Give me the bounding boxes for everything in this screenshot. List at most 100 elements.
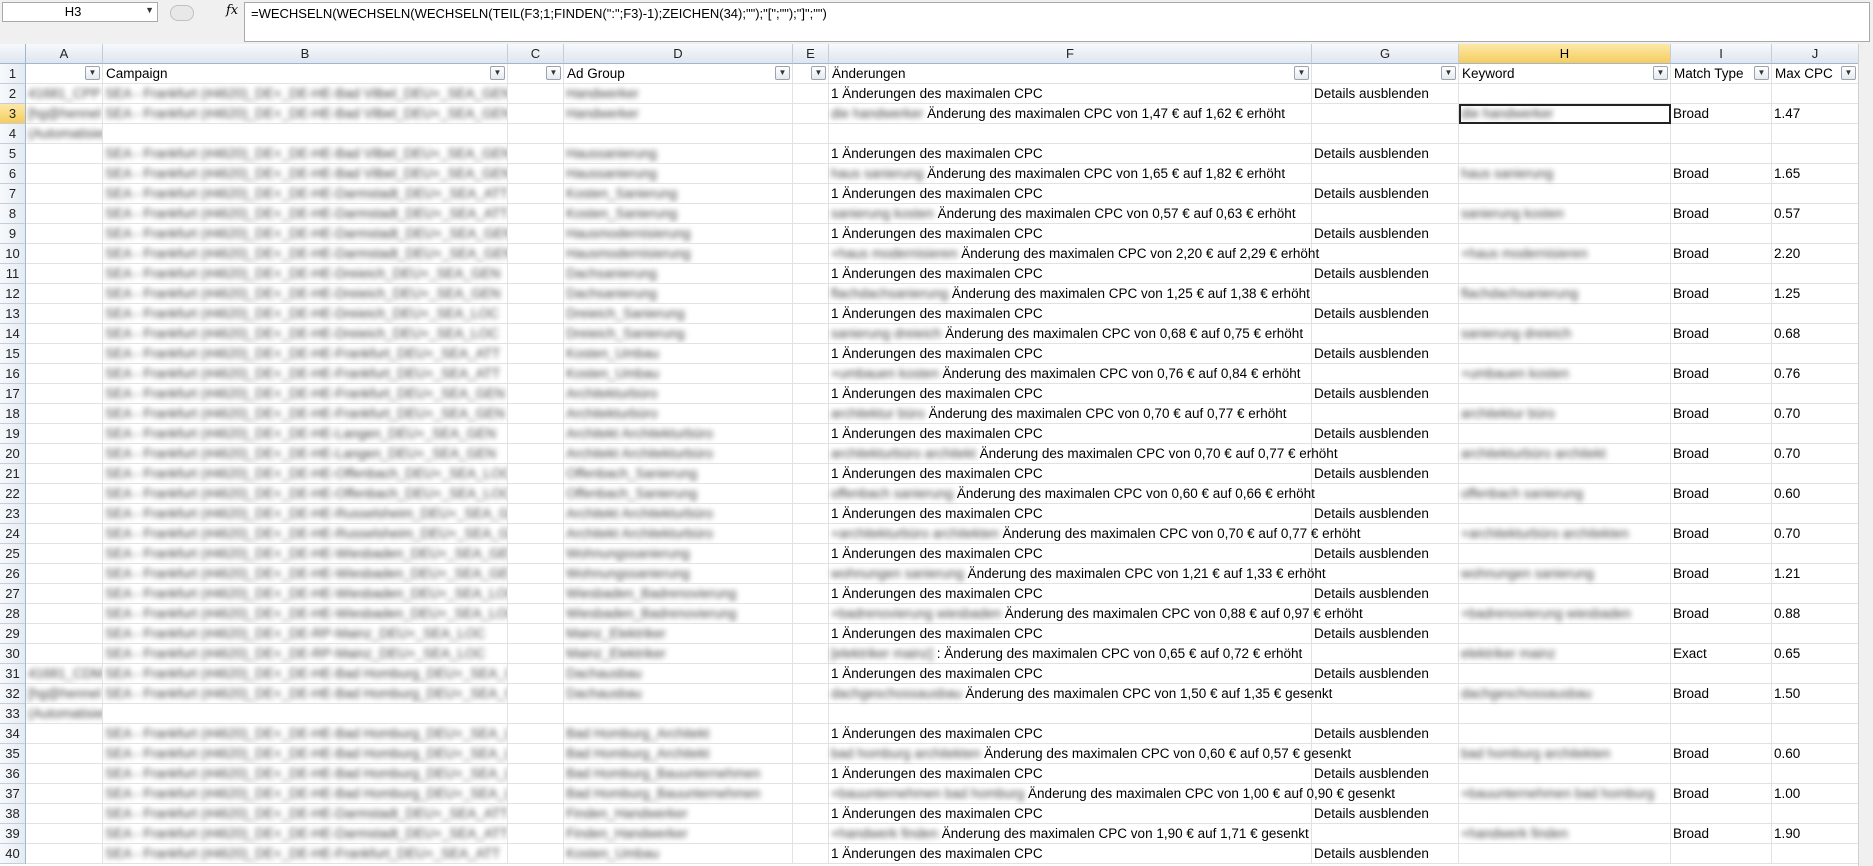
cell-f13[interactable]: 1 Änderungen des maximalen CPC (829, 304, 1312, 324)
cell-c15[interactable] (508, 344, 564, 364)
cell-e2[interactable] (793, 84, 829, 104)
formula-input[interactable]: =WECHSELN(WECHSELN(WECHSELN(TEIL(F3;1;FI… (244, 2, 1870, 42)
cell-j22[interactable]: 0.60 (1772, 484, 1859, 504)
cell-j14[interactable]: 0.68 (1772, 324, 1859, 344)
cell-h34[interactable] (1459, 724, 1671, 744)
row-header-13[interactable]: 13 (0, 304, 26, 324)
cell-b16[interactable]: SEA - Frankfurt (#4620)_DE+_DE-HE-Frankf… (103, 364, 508, 384)
cell-b37[interactable]: SEA - Frankfurt (#4620)_DE+_DE-HE-Bad Ho… (103, 784, 508, 804)
cell-f22[interactable]: offenbach sanierung Änderung des maximal… (829, 484, 1315, 504)
cell-d32[interactable]: Dachausbau (564, 684, 793, 704)
cell-b5[interactable]: SEA - Frankfurt (#4620)_DE+_DE-HE-Bad Vi… (103, 144, 508, 164)
cell-h40[interactable] (1459, 844, 1671, 864)
cell-h22[interactable]: offenbach sanierung (1459, 484, 1671, 504)
cell-i17[interactable] (1671, 384, 1772, 404)
cell-h39[interactable]: +handwerk finden (1459, 824, 1671, 844)
cell-h37[interactable]: +bauunternehmen bad homburg (1459, 784, 1671, 804)
cell-h18[interactable]: architektur büro (1459, 404, 1671, 424)
cell-f37[interactable]: +bauunternehmen bad homburg Änderung des… (829, 784, 1395, 804)
cell-j16[interactable]: 0.76 (1772, 364, 1859, 384)
cell-j37[interactable]: 1.00 (1772, 784, 1859, 804)
cell-a9[interactable] (26, 224, 103, 244)
cell-f34[interactable]: 1 Änderungen des maximalen CPC (829, 724, 1312, 744)
cell-g17[interactable]: Details ausblenden (1312, 384, 1459, 404)
cell-b12[interactable]: SEA - Frankfurt (#4620)_DE+_DE-HE-Dreiei… (103, 284, 508, 304)
cell-b35[interactable]: SEA - Frankfurt (#4620)_DE+_DE-HE-Bad Ho… (103, 744, 508, 764)
cell-f23[interactable]: 1 Änderungen des maximalen CPC (829, 504, 1312, 524)
cell-a40[interactable] (26, 844, 103, 864)
chevron-down-icon[interactable]: ▼ (145, 5, 154, 15)
cell-i26[interactable]: Broad (1671, 564, 1772, 584)
cell-h33[interactable] (1459, 704, 1671, 724)
cell-a11[interactable] (26, 264, 103, 284)
cell-h29[interactable] (1459, 624, 1671, 644)
cell-a22[interactable] (26, 484, 103, 504)
cell-i2[interactable] (1671, 84, 1772, 104)
cell-c13[interactable] (508, 304, 564, 324)
cell-j32[interactable]: 1.50 (1772, 684, 1859, 704)
column-header-h[interactable]: H (1459, 44, 1671, 64)
row-header-16[interactable]: 16 (0, 364, 26, 384)
cell-f9[interactable]: 1 Änderungen des maximalen CPC (829, 224, 1312, 244)
cell-d28[interactable]: Wiesbaden_Badrenovierung (564, 604, 793, 624)
cell-j17[interactable] (1772, 384, 1859, 404)
cell-h30[interactable]: elektriker mainz (1459, 644, 1671, 664)
cell-g29[interactable]: Details ausblenden (1312, 624, 1459, 644)
cell-c19[interactable] (508, 424, 564, 444)
cell-d13[interactable]: Dreieich_Sanierung (564, 304, 793, 324)
row-header-25[interactable]: 25 (0, 544, 26, 564)
column-header-b[interactable]: B (103, 44, 508, 64)
cell-g26[interactable] (1312, 564, 1459, 584)
row-header-10[interactable]: 10 (0, 244, 26, 264)
cell-i40[interactable] (1671, 844, 1772, 864)
cell-f30[interactable]: [elektriker mainz] : Änderung des maxima… (829, 644, 1312, 664)
cell-f17[interactable]: 1 Änderungen des maximalen CPC (829, 384, 1312, 404)
cell-g19[interactable]: Details ausblenden (1312, 424, 1459, 444)
name-box[interactable]: H3 ▼ (2, 2, 158, 22)
cell-i25[interactable] (1671, 544, 1772, 564)
cell-i22[interactable]: Broad (1671, 484, 1772, 504)
cell-h26[interactable]: wohnungen sanierung (1459, 564, 1671, 584)
cell-b23[interactable]: SEA - Frankfurt (#4620)_DE+_DE-HE-Russel… (103, 504, 508, 524)
cell-b14[interactable]: SEA - Frankfurt (#4620)_DE+_DE-HE-Dreiei… (103, 324, 508, 344)
cell-j6[interactable]: 1.65 (1772, 164, 1859, 184)
cell-b36[interactable]: SEA - Frankfurt (#4620)_DE+_DE-HE-Bad Ho… (103, 764, 508, 784)
cell-b9[interactable]: SEA - Frankfurt (#4620)_DE+_DE-HE-Darmst… (103, 224, 508, 244)
cell-i34[interactable] (1671, 724, 1772, 744)
cell-d31[interactable]: Dachausbau (564, 664, 793, 684)
cell-g32[interactable] (1312, 684, 1459, 704)
cell-a32[interactable]: [hg@hennel (26, 684, 103, 704)
cell-j21[interactable] (1772, 464, 1859, 484)
cell-j27[interactable] (1772, 584, 1859, 604)
cell-c9[interactable] (508, 224, 564, 244)
cell-c18[interactable] (508, 404, 564, 424)
filter-dropdown-icon[interactable]: ▼ (1441, 66, 1456, 80)
cell-f14[interactable]: sanierung dreieich Änderung des maximale… (829, 324, 1312, 344)
cell-e39[interactable] (793, 824, 829, 844)
cell-a27[interactable] (26, 584, 103, 604)
cell-f25[interactable]: 1 Änderungen des maximalen CPC (829, 544, 1312, 564)
row-header-5[interactable]: 5 (0, 144, 26, 164)
cell-b8[interactable]: SEA - Frankfurt (#4620)_DE+_DE-HE-Darmst… (103, 204, 508, 224)
cell-f4[interactable] (829, 124, 1312, 144)
cell-f31[interactable]: 1 Änderungen des maximalen CPC (829, 664, 1312, 684)
cell-g39[interactable] (1312, 824, 1459, 844)
cell-e33[interactable] (793, 704, 829, 724)
cell-j10[interactable]: 2.20 (1772, 244, 1859, 264)
cell-b31[interactable]: SEA - Frankfurt (#4620)_DE+_DE-HE-Bad Ho… (103, 664, 508, 684)
cell-i33[interactable] (1671, 704, 1772, 724)
row-header-26[interactable]: 26 (0, 564, 26, 584)
cell-c6[interactable] (508, 164, 564, 184)
cell-b18[interactable]: SEA - Frankfurt (#4620)_DE+_DE-HE-Frankf… (103, 404, 508, 424)
cell-g4[interactable] (1312, 124, 1459, 144)
cell-e40[interactable] (793, 844, 829, 864)
row-header-24[interactable]: 24 (0, 524, 26, 544)
cell-j39[interactable]: 1.90 (1772, 824, 1859, 844)
cell-f38[interactable]: 1 Änderungen des maximalen CPC (829, 804, 1312, 824)
cell-e31[interactable] (793, 664, 829, 684)
cell-f10[interactable]: +haus modernisieren Änderung des maximal… (829, 244, 1319, 264)
cell-b34[interactable]: SEA - Frankfurt (#4620)_DE+_DE-HE-Bad Ho… (103, 724, 508, 744)
cell-g24[interactable] (1312, 524, 1459, 544)
column-header-g[interactable]: G (1312, 44, 1459, 64)
cell-f33[interactable] (829, 704, 1312, 724)
